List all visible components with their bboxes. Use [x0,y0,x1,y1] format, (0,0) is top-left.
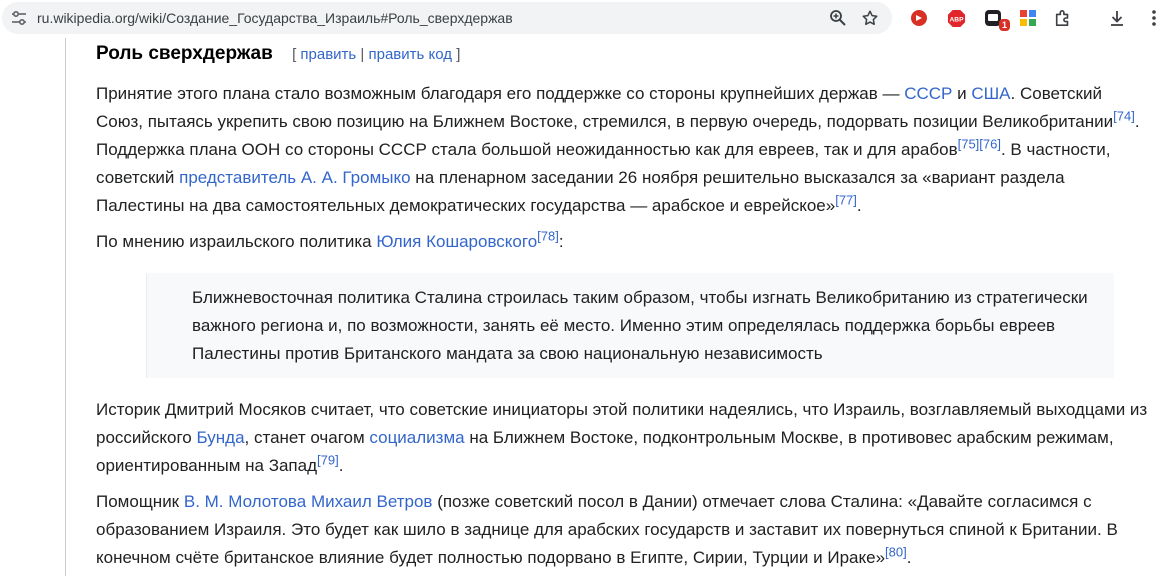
text: . [906,548,912,567]
section-title: Роль сверхдержав [96,43,273,64]
adblock-icon[interactable]: ABP [946,7,966,29]
text: , станет очагом [244,428,370,447]
link-vetrov[interactable]: В. М. Молотова Михаил Ветров [184,492,433,511]
left-rail-divider [65,38,66,576]
paragraph-3: Историк Дмитрий Мосяков считает, что сов… [96,396,1156,480]
puzzle-icon[interactable] [1053,7,1073,29]
download-icon[interactable] [1107,7,1127,29]
browser-toolbar: ru.wikipedia.org/wiki/Создание_Государст… [0,0,1171,38]
link-ussr[interactable]: СССР [904,84,952,103]
blockquote: Ближневосточная политика Сталина строила… [146,273,1114,378]
menu-icon[interactable] [1144,7,1164,29]
link-kosharovsky[interactable]: Юлия Кошаровского [376,232,537,251]
ref-75[interactable]: [75] [958,136,980,151]
edit-section-links: [ править | править код ] [292,46,460,63]
ref-78[interactable]: [78] [537,228,559,243]
site-info-icon[interactable] [11,10,27,26]
text: По мнению израильского политика [96,232,377,251]
link-bund[interactable]: Бунда [197,428,245,447]
link-usa[interactable]: США [971,84,1010,103]
page-content: Роль сверхдержав [ править | править код… [0,38,1171,576]
svg-text:ABP: ABP [949,16,964,23]
edit-separator: | [360,46,365,63]
text: Помощник [96,492,184,511]
quote-text: Ближневосточная политика Сталина строила… [192,288,1088,363]
ref-79[interactable]: [79] [317,452,339,467]
edit-link[interactable]: править [300,46,356,63]
url-text[interactable]: ru.wikipedia.org/wiki/Создание_Государст… [37,10,513,26]
section-heading: Роль сверхдержав [ править | править код… [96,43,460,65]
text: : [558,232,564,251]
ref-74[interactable]: [74] [1113,108,1135,123]
link-gromyko[interactable]: представитель А. А. Громыко [179,168,410,187]
paragraph-1: Принятие этого плана стало возможным бла… [96,80,1151,220]
paragraph-2: По мнению израильского политика Юлия Кош… [96,228,1151,256]
text: и [952,84,972,103]
zoom-icon[interactable] [828,8,848,28]
star-icon[interactable] [860,8,880,28]
bracket-open: [ [292,46,297,63]
text: Принятие этого плана стало возможным бла… [96,84,905,103]
extension-dark-icon[interactable]: 1 [983,7,1010,31]
ref-76[interactable]: [76] [979,136,1001,151]
ref-80[interactable]: [80] [885,544,907,559]
text: . [338,456,344,475]
extension-badge: 1 [998,19,1010,31]
address-bar[interactable]: ru.wikipedia.org/wiki/Создание_Государст… [2,2,892,34]
text: . [856,196,862,215]
extension-grid-icon[interactable] [1018,7,1038,29]
link-socialism[interactable]: социализма [369,428,464,447]
paragraph-4: Помощник В. М. Молотова Михаил Ветров (п… [96,488,1156,572]
bracket-close: ] [456,46,461,63]
ref-77[interactable]: [77] [835,192,857,207]
edit-code-link[interactable]: править код [369,46,453,63]
extension-red-icon[interactable] [909,7,929,29]
